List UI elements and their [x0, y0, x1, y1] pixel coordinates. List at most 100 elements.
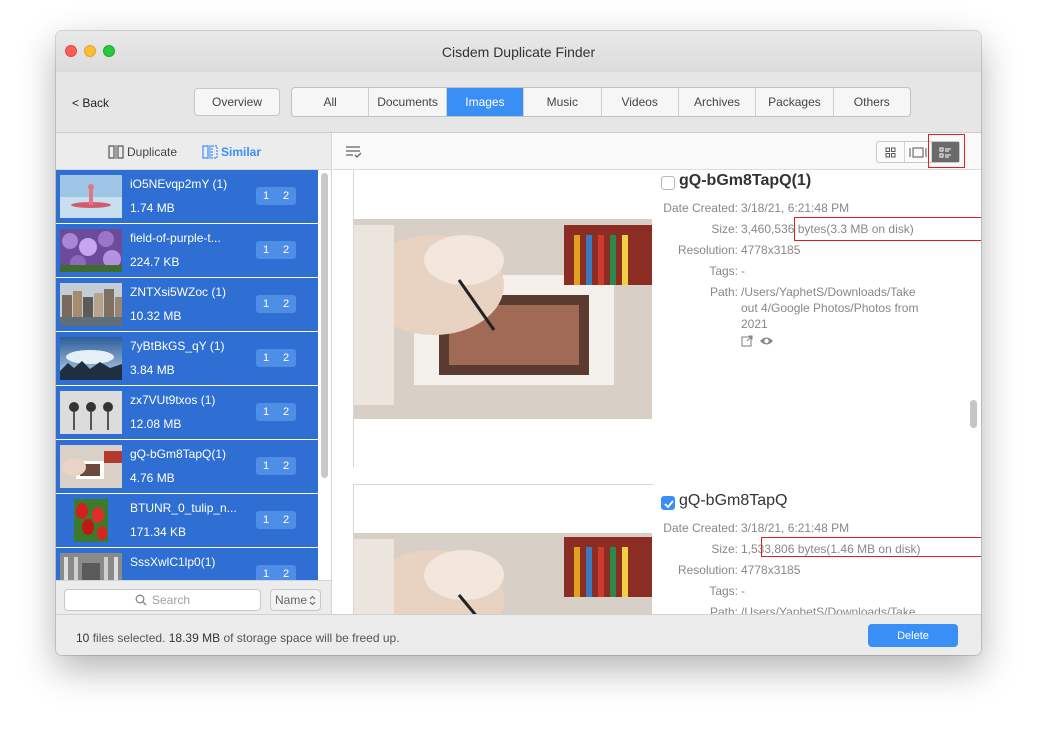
detail-value: 4778x3185 — [741, 243, 801, 257]
list-item[interactable]: field-of-purple-t... 224.7 KB 12 — [56, 224, 318, 278]
open-external-icon[interactable] — [741, 335, 753, 347]
tab-others[interactable]: Others — [834, 88, 910, 116]
file-checkbox[interactable] — [661, 496, 675, 510]
sidebar: Duplicate Similar iO5NEvqp2mY (1) 1.74 M… — [56, 133, 332, 614]
city-icon — [60, 283, 122, 326]
list-item[interactable]: ZNTXsi5WZoc (1) 10.32 MB 12 — [56, 278, 318, 332]
item-name: BTUNR_0_tulip_n... — [130, 501, 237, 515]
file-type-tabs: All Documents Images Music Videos Archiv… — [291, 87, 911, 117]
image-preview[interactable] — [353, 484, 654, 614]
group-count-badge: 12 — [256, 349, 296, 367]
search-input[interactable]: Search — [64, 589, 261, 611]
list-item[interactable]: iO5NEvqp2mY (1) 1.74 MB 12 — [56, 170, 318, 224]
similar-mode-button[interactable]: Similar — [202, 145, 261, 159]
group-count-badge: 12 — [256, 511, 296, 529]
detail-label: Resolution: — [677, 563, 738, 577]
delete-button[interactable]: Delete — [868, 624, 958, 647]
item-size: 3.84 MB — [130, 363, 175, 377]
similar-mode-label: Similar — [221, 145, 262, 159]
detail-label: Tags: — [709, 584, 738, 598]
tab-archives[interactable]: Archives — [679, 88, 757, 116]
item-name: gQ-bGm8TapQ(1) — [130, 447, 227, 461]
tab-all[interactable]: All — [292, 88, 370, 116]
select-list-icon[interactable] — [345, 145, 363, 159]
size-highlight — [761, 537, 981, 557]
checkmark-icon — [664, 500, 674, 509]
duplicate-icon — [108, 145, 124, 159]
group-count-badge: 12 — [256, 295, 296, 313]
app-window: Cisdem Duplicate Finder < Back Overview … — [56, 31, 981, 655]
preview-scrollbar[interactable] — [970, 400, 977, 428]
preview-pane: gQ-bGm8TapQ(1) Date Created: 3/18/21, 6:2… — [333, 133, 981, 614]
detail-label: Date Created: — [663, 201, 738, 215]
tab-images[interactable]: Images — [446, 88, 525, 116]
item-size: 12.08 MB — [130, 417, 182, 431]
list-item[interactable]: zx7VUt9txos (1) 12.08 MB 12 — [56, 386, 318, 440]
sky-icon — [60, 337, 122, 380]
tab-packages[interactable]: Packages — [756, 88, 834, 116]
grid-view-button[interactable] — [877, 142, 905, 162]
search-icon — [135, 594, 147, 606]
file-details-list[interactable]: gQ-bGm8TapQ(1) Date Created: 3/18/21, 6:2… — [333, 170, 981, 614]
detail-label: Date Created: — [663, 521, 738, 535]
tab-documents[interactable]: Documents — [369, 88, 447, 116]
list-item[interactable]: gQ-bGm8TapQ(1) 4.76 MB 12 — [56, 440, 318, 494]
file-group-list[interactable]: iO5NEvqp2mY (1) 1.74 MB 12 field-of-purp… — [56, 170, 318, 580]
file-name: gQ-bGm8TapQ(1) — [679, 172, 812, 189]
list-item[interactable]: SssXwlC1lp0(1) 12 — [56, 548, 318, 580]
detail-value: 3/18/21, 6:21:48 PM — [741, 521, 850, 535]
path-value: /Users/YaphetS/Downloads/Take — [741, 605, 916, 614]
list-item[interactable]: BTUNR_0_tulip_n... 171.34 KB 12 — [56, 494, 318, 548]
drawing-icon — [60, 445, 122, 488]
item-name: zx7VUt9txos (1) — [130, 393, 216, 407]
flowers-icon — [60, 229, 122, 272]
file-details: Date Created: 3/18/21, 6:21:48 PM Size: 1,… — [658, 521, 958, 614]
toolbar: < Back Overview All Documents Images Mus… — [56, 72, 981, 133]
detail-label: Size: — [711, 542, 738, 556]
detail-label: Path: — [709, 285, 738, 299]
group-count-badge: 12 — [256, 241, 296, 259]
updown-chevron-icon — [309, 595, 316, 605]
detail-value: - — [741, 584, 745, 598]
group-count-badge: 12 — [256, 565, 296, 580]
title-bar: Cisdem Duplicate Finder — [56, 31, 981, 72]
item-name: iO5NEvqp2mY (1) — [130, 177, 228, 191]
item-size: 171.34 KB — [130, 525, 187, 539]
sort-select[interactable]: Name — [270, 589, 321, 611]
path-value: /Users/YaphetS/Downloads/Take out 4/Goog… — [741, 285, 919, 331]
file-checkbox[interactable] — [661, 176, 675, 190]
hall-icon — [60, 553, 122, 580]
item-size: 10.32 MB — [130, 309, 182, 323]
detail-value: 4778x3185 — [741, 563, 801, 577]
eye-icon[interactable] — [759, 335, 774, 347]
search-placeholder: Search — [151, 593, 191, 607]
group-count-badge: 12 — [256, 187, 296, 205]
sort-label: Name — [274, 593, 307, 607]
sidebar-scrollbar[interactable] — [321, 173, 328, 478]
item-name: 7yBtBkGS_qY (1) — [130, 339, 225, 353]
mode-switch: Duplicate Similar — [56, 133, 331, 170]
detail-label: Path: — [709, 605, 738, 614]
detail-label: Size: — [711, 222, 738, 236]
back-button[interactable]: < Back — [72, 96, 109, 110]
window-title: Cisdem Duplicate Finder — [441, 44, 596, 60]
selection-summary: 10 files selected. 18.39 MB of storage s… — [76, 631, 400, 645]
overview-button[interactable]: Overview — [194, 88, 280, 116]
list-view-highlight — [928, 134, 965, 168]
selected-count: 10 — [76, 631, 90, 645]
list-item[interactable]: 7yBtBkGS_qY (1) 3.84 MB 12 — [56, 332, 318, 386]
detail-label: Resolution: — [677, 243, 738, 257]
grid-icon — [885, 147, 896, 157]
group-count-badge: 12 — [256, 403, 296, 421]
tab-music[interactable]: Music — [524, 88, 602, 116]
lamps-icon — [60, 391, 122, 434]
duplicate-mode-button[interactable]: Duplicate — [108, 145, 177, 159]
tab-videos[interactable]: Videos — [602, 88, 679, 116]
size-highlight — [794, 217, 981, 241]
item-name: field-of-purple-t... — [130, 231, 221, 245]
freed-space: 18.39 MB — [168, 631, 221, 645]
compare-icon — [909, 147, 927, 157]
detail-label: Tags: — [709, 264, 738, 278]
image-preview[interactable] — [353, 170, 654, 468]
search-row: Search Name — [56, 580, 331, 614]
